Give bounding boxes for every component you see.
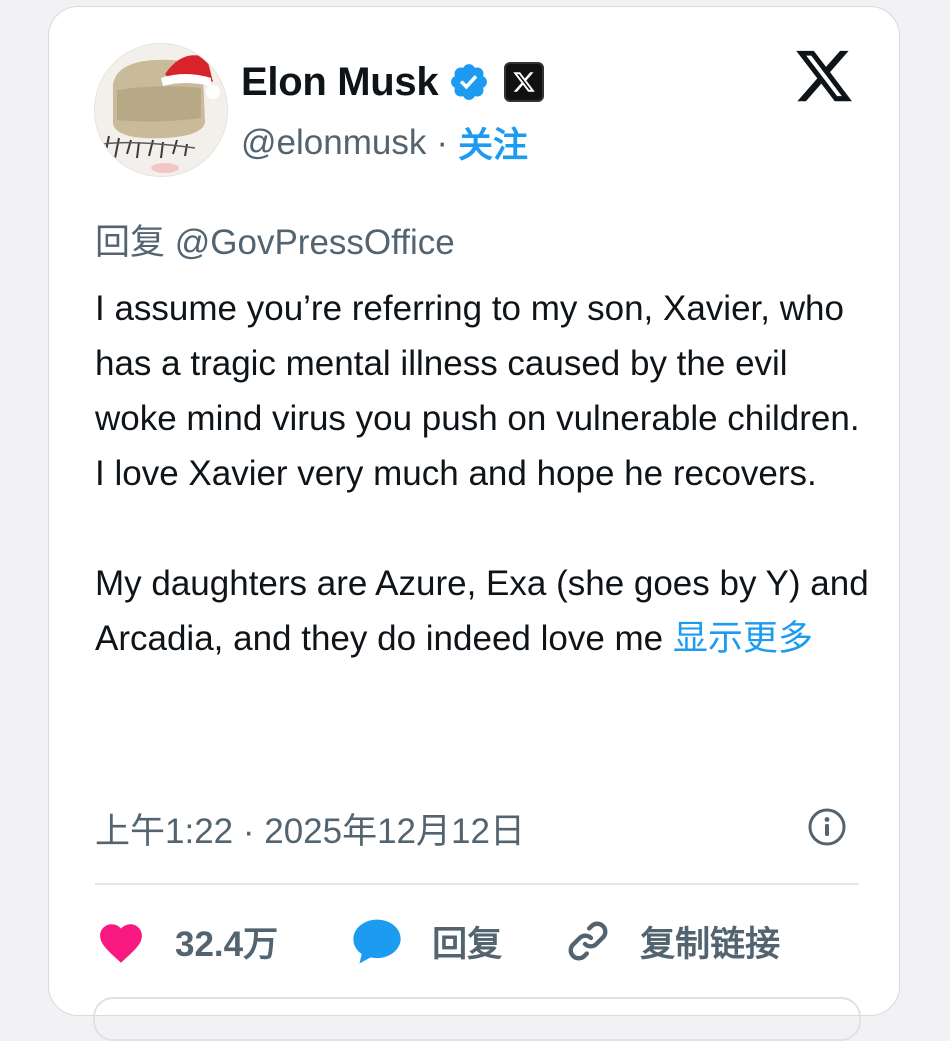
- copy-link-label: 复制链接: [640, 924, 781, 964]
- reply-input-box[interactable]: [93, 997, 861, 1041]
- tweet-timestamp[interactable]: 上午1:22 · 2025年12月12日: [95, 803, 525, 854]
- follow-button[interactable]: 关注: [458, 117, 528, 168]
- reply-label: 回复: [432, 924, 503, 964]
- author-handle[interactable]: @elonmusk: [241, 123, 426, 163]
- reply-to-line[interactable]: 回复 @GovPressOffice: [95, 214, 455, 265]
- copy-link-button[interactable]: 复制链接: [564, 916, 780, 967]
- reply-button[interactable]: 回复: [350, 916, 502, 967]
- action-bar: 32.4万 回复 复制链接: [95, 911, 780, 971]
- link-icon: [568, 921, 608, 961]
- verified-badge-icon: [448, 61, 490, 103]
- info-icon[interactable]: [807, 807, 847, 847]
- tweet-text: I assume you’re referring to my son, Xav…: [95, 281, 875, 666]
- handle-row: @elonmusk · 关注: [241, 117, 528, 168]
- name-row: Elon Musk: [241, 57, 545, 107]
- x-affiliation-badge-icon: [504, 62, 545, 102]
- reply-bubble-icon: [353, 919, 401, 964]
- separator-dot: ·: [436, 122, 448, 162]
- show-more-link[interactable]: 显示更多: [673, 619, 813, 658]
- tweet-paragraph: I assume you’re referring to my son, Xav…: [95, 289, 860, 493]
- avatar-image: [95, 44, 227, 176]
- like-button[interactable]: 32.4万: [95, 916, 278, 967]
- like-count: 32.4万: [175, 924, 279, 964]
- tweet-paragraph: My daughters are Azure, Exa (she goes by…: [95, 556, 875, 666]
- author-name[interactable]: Elon Musk: [241, 60, 439, 105]
- heart-icon: [100, 924, 142, 963]
- x-logo-icon[interactable]: [793, 45, 855, 107]
- tweet-card: Elon Musk @elonmusk · 关注 回复 @GovPressOff…: [48, 6, 900, 1041]
- divider: [95, 883, 859, 885]
- avatar[interactable]: [94, 43, 228, 177]
